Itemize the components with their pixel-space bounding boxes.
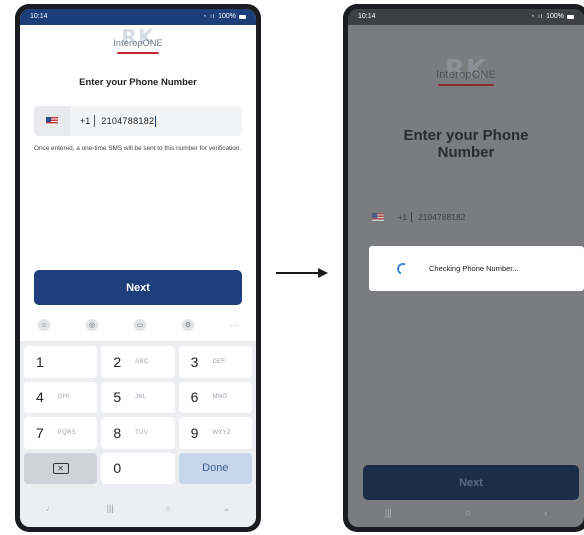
screen-before: 10:14 ◔ ıl 100% RK InteropONE Enter your…: [20, 9, 256, 527]
emoji-icon[interactable]: ☺: [38, 319, 50, 331]
key-5[interactable]: 5 JKL: [101, 381, 175, 413]
key-0-label: 0: [113, 460, 122, 477]
key-3-label: 3: [190, 353, 199, 370]
status-time: 10:14: [30, 13, 48, 20]
screen-after: 10:14 ◔ ıl 100% RK InteropONE Enter your…: [348, 9, 584, 527]
logo-text: InteropONE: [435, 69, 497, 81]
page-title-line1: Enter your Phone: [403, 127, 529, 144]
loading-dialog: Checking Phone Number...: [369, 246, 584, 291]
signal-icon: ◔ ıl: [530, 14, 544, 20]
sticker-icon[interactable]: ◎: [86, 319, 98, 331]
keyboard-toolbar: ☺ ◎ ▭ ⚙ ···: [20, 313, 256, 337]
key-1-label: 1: [36, 353, 44, 370]
key-8-sub: TUV: [135, 429, 149, 436]
key-9-label: 9: [190, 424, 199, 441]
system-nav-bar: ||| ○ ‹: [348, 499, 584, 527]
key-4[interactable]: 4 GHI: [24, 381, 98, 413]
key-5-sub: JKL: [135, 394, 147, 401]
divider: [411, 212, 413, 222]
next-button[interactable]: Next: [34, 270, 242, 305]
key-6[interactable]: 6 MNO: [178, 381, 252, 413]
done-key[interactable]: Done: [178, 452, 252, 484]
status-bar: 10:14 ◔ ıl 100%: [348, 9, 584, 25]
recents-icon[interactable]: |||: [385, 508, 392, 518]
key-2-label: 2: [113, 353, 122, 370]
dial-code: +1: [80, 116, 91, 126]
page-title: Enter your Phone Number: [348, 127, 584, 161]
key-5-label: 5: [113, 389, 122, 406]
key-7[interactable]: 7 PQRS: [24, 417, 98, 449]
hide-keyboard-icon[interactable]: ⌄: [223, 503, 231, 514]
country-selector[interactable]: [34, 106, 70, 136]
phone-before: 10:14 ◔ ıl 100% RK InteropONE Enter your…: [15, 4, 261, 532]
dial-code: +1: [398, 212, 408, 222]
phone-input-row[interactable]: +1 2104788182: [34, 106, 242, 136]
logo-text: InteropONE: [113, 38, 163, 48]
system-nav-bar: ♩ ||| ○ ⌄: [20, 489, 256, 527]
battery-icon: [567, 15, 574, 19]
helper-text: Once entered, a one-time SMS will be sen…: [34, 145, 242, 152]
battery-text: 100%: [218, 13, 236, 20]
arrow-head: [318, 268, 328, 278]
us-flag-icon: [372, 213, 384, 221]
app-logo: RK InteropONE: [348, 55, 584, 86]
us-flag-icon: [46, 117, 58, 125]
key-7-sub: PQRS: [57, 429, 77, 436]
key-8[interactable]: 8 TUV: [101, 417, 175, 449]
key-4-sub: GHI: [57, 394, 70, 401]
next-button: Next: [363, 465, 579, 500]
battery-icon: [239, 15, 246, 19]
divider: [94, 115, 96, 127]
page-title-line2: Number: [437, 144, 495, 161]
mic-icon[interactable]: ♩: [46, 503, 55, 513]
settings-icon[interactable]: ⚙: [182, 319, 194, 331]
phone-after: 10:14 ◔ ıl 100% RK InteropONE Enter your…: [343, 4, 584, 532]
back-icon[interactable]: ‹: [544, 508, 547, 518]
app-logo: RK InteropONE: [20, 25, 256, 54]
dialog-message: Checking Phone Number...: [429, 264, 519, 273]
key-2-sub: ABC: [135, 358, 149, 365]
key-3[interactable]: 3 DEF: [178, 346, 252, 378]
key-9[interactable]: 9 WXYZ: [178, 417, 252, 449]
key-2[interactable]: 2 ABC: [101, 346, 175, 378]
recents-icon[interactable]: |||: [107, 503, 114, 513]
status-right: ◔ ıl 100%: [531, 9, 574, 25]
key-4-label: 4: [36, 389, 44, 406]
backspace-icon: ✕: [52, 462, 69, 474]
phone-number-input[interactable]: 2104788182: [101, 116, 154, 126]
spinner-icon: [395, 260, 411, 277]
text-cursor: [155, 115, 157, 127]
status-time: 10:14: [358, 13, 376, 20]
key-9-sub: WXYZ: [212, 429, 231, 436]
transition-arrow-icon: [276, 268, 328, 278]
numeric-keypad: 1 2 ABC 3 DEF 4 GHI 5 JKL 6 MNO 7 PQRS 8 TUV 9 W…: [20, 341, 256, 489]
key-1[interactable]: 1: [24, 346, 98, 378]
more-icon[interactable]: ···: [230, 321, 238, 330]
battery-text: 100%: [546, 13, 564, 20]
status-right: ◔ ıl 100%: [203, 9, 246, 25]
key-0[interactable]: 0: [101, 452, 175, 484]
backspace-key[interactable]: ✕: [24, 452, 98, 484]
clipboard-icon[interactable]: ▭: [134, 319, 146, 331]
key-8-label: 8: [113, 424, 122, 441]
phone-input-row: +1 2104788182: [362, 205, 570, 229]
phone-number-input: 2104788182: [418, 212, 466, 222]
status-bar: 10:14 ◔ ıl 100%: [20, 9, 256, 25]
arrow-line: [276, 272, 320, 274]
key-7-label: 7: [36, 424, 44, 441]
signal-icon: ◔ ıl: [202, 14, 216, 20]
home-icon[interactable]: ○: [465, 508, 470, 518]
home-icon[interactable]: ○: [165, 503, 170, 513]
key-6-sub: MNO: [212, 394, 228, 401]
logo-swoosh-icon: [117, 52, 159, 54]
key-6-label: 6: [190, 389, 199, 406]
page-title: Enter your Phone Number: [79, 77, 197, 88]
key-3-sub: DEF: [212, 358, 226, 365]
